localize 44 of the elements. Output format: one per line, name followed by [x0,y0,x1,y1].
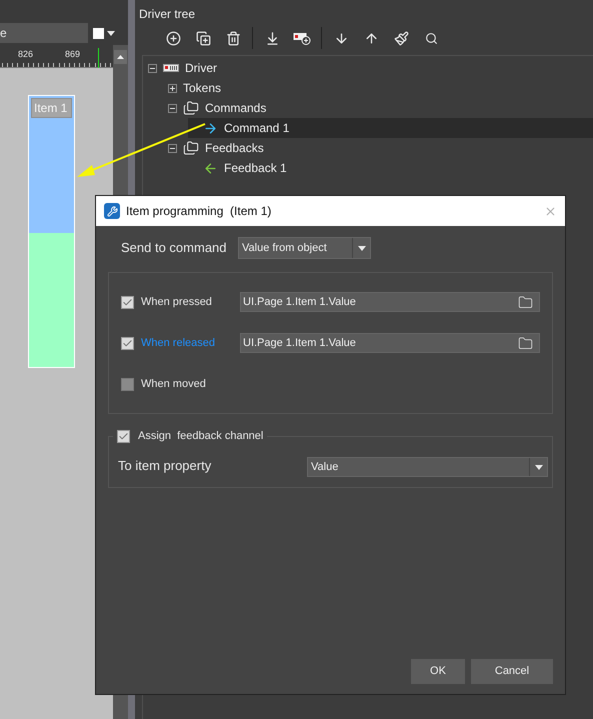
collapse-toggle[interactable] [148,64,157,72]
tree-item[interactable]: Command 1 [188,118,593,138]
checkbox[interactable] [117,430,130,443]
tree-item[interactable]: Driver [148,58,593,78]
folder-icon[interactable] [518,336,533,350]
dropdown[interactable]: Value [307,457,548,477]
checkbox-label: When moved [141,376,206,392]
checkbox-label: When released [141,336,215,351]
caret-up-icon [117,55,124,59]
dropdown[interactable]: Value from object [238,237,371,259]
path-field[interactable]: UI.Page 1.Item 1.Value [240,333,540,353]
checkbox[interactable] [121,296,134,308]
tree-item[interactable]: Feedbacks [168,138,593,158]
device-icon [163,64,179,72]
item-label: Item 1 [31,98,72,118]
path-field[interactable]: UI.Page 1.Item 1.Value [240,292,540,312]
folders-icon [183,140,199,156]
arrow-right-icon [203,120,218,136]
checkbox-label: Assign feedback channel [138,429,264,444]
caret-icon [107,30,115,36]
tree-item[interactable]: Commands [168,98,593,118]
tree-item[interactable]: Feedback 1 [188,158,593,178]
panel-title: Driver tree [139,6,196,21]
app-icon [104,203,120,219]
color-swatch[interactable] [93,28,104,38]
checkbox-label: When pressed [141,294,212,310]
caret-icon [358,246,366,250]
caret-icon [534,464,542,470]
tree-item[interactable]: Tokens [168,78,593,98]
collapse-toggle[interactable] [168,104,177,112]
dialog-button[interactable]: Cancel [471,659,553,684]
folder-icon[interactable] [518,294,533,310]
checkbox[interactable] [121,336,134,350]
dialog-button[interactable]: OK [411,659,465,684]
folders-icon [183,100,199,116]
dialog-title: Item programming (Item 1) [126,203,272,220]
field-label: To item property [118,456,212,475]
expand-toggle[interactable] [168,84,177,92]
dropdown[interactable]: e [0,23,88,43]
collapse-toggle[interactable] [168,144,177,152]
scroll-up-button[interactable] [114,50,127,64]
field-label: Send to command [121,239,228,258]
checkbox[interactable] [121,378,134,390]
ruler: 826 869 [0,45,113,68]
